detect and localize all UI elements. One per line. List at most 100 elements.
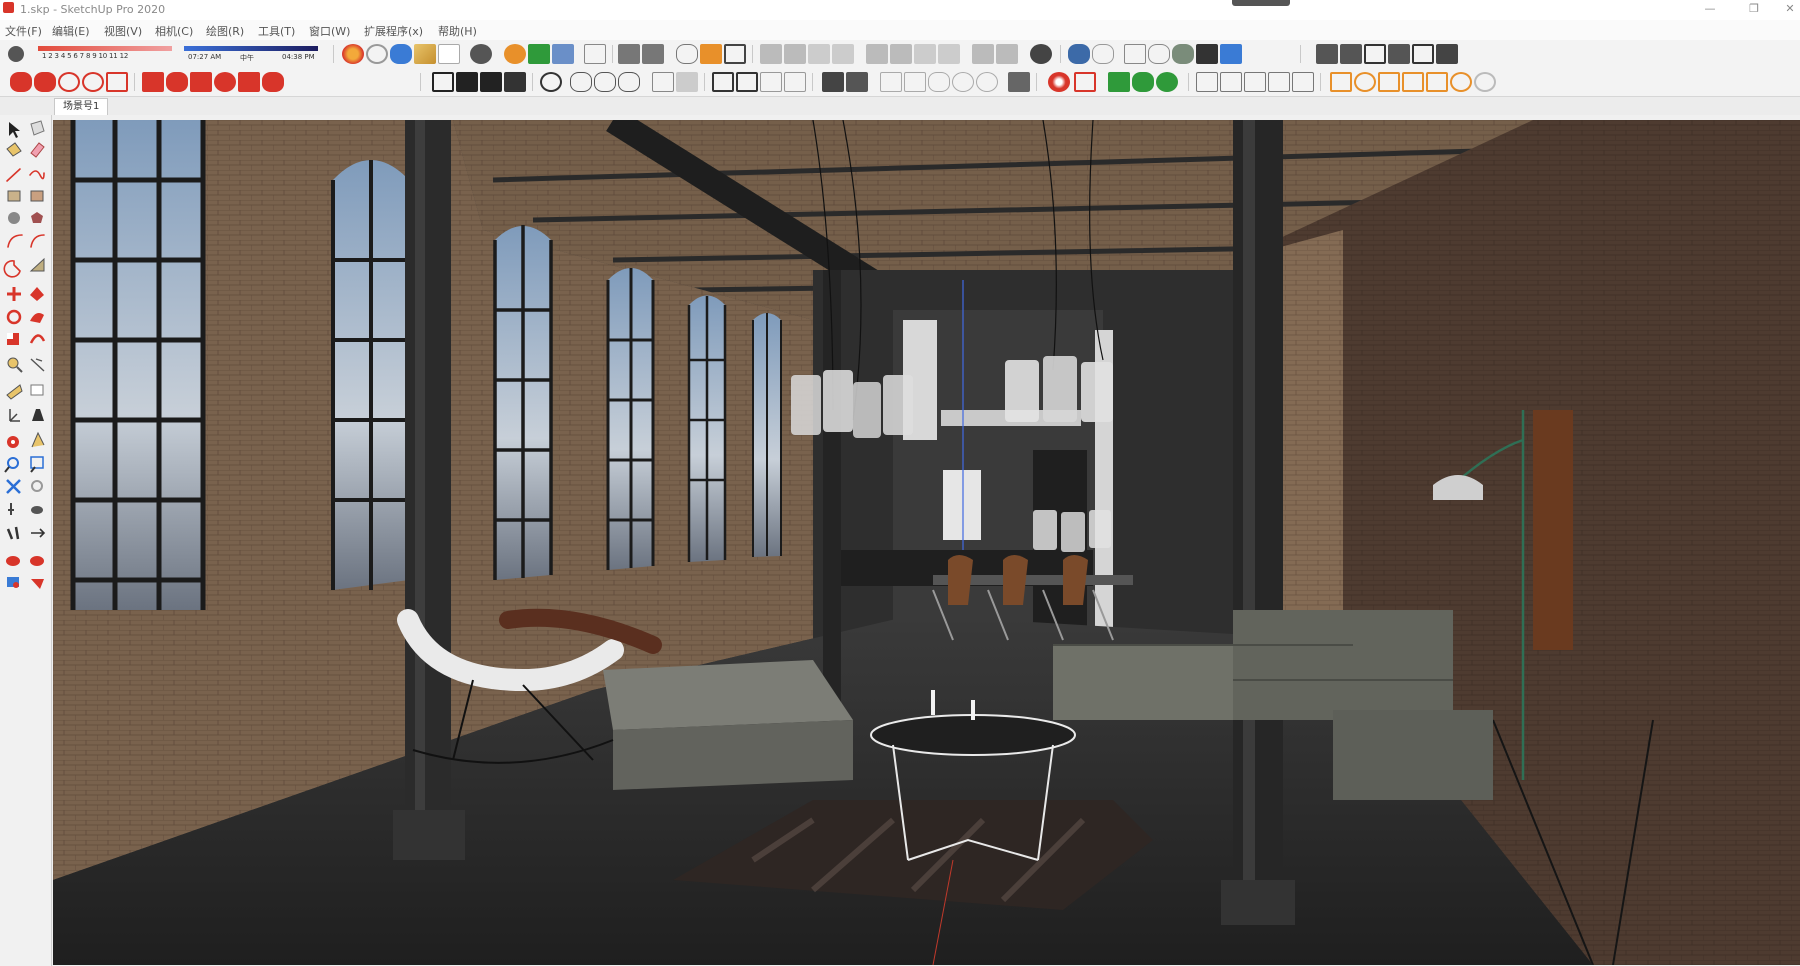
walk-tool-icon[interactable] [6, 526, 20, 540]
outliner-icon[interactable] [642, 44, 664, 64]
menu-window[interactable]: 窗口(W) [309, 23, 350, 39]
extension-warehouse-icon[interactable] [342, 44, 364, 64]
face-4-icon[interactable] [952, 72, 974, 92]
cloud-2-icon[interactable] [594, 72, 616, 92]
restore-icon[interactable]: ❐ [1744, 1, 1764, 17]
solid-tools-icon[interactable] [1068, 44, 1090, 64]
table-red-icon[interactable] [1074, 72, 1096, 92]
gear-red-icon[interactable] [1048, 72, 1070, 92]
green-1-icon[interactable] [1108, 72, 1130, 92]
tape-measure-icon[interactable] [7, 357, 23, 373]
entity-info-icon[interactable] [676, 44, 698, 64]
line-tool-icon[interactable] [6, 168, 21, 182]
checkbox-icon[interactable] [456, 72, 478, 92]
orange-2-icon[interactable] [1354, 72, 1376, 92]
paint-bucket-icon[interactable] [6, 142, 22, 157]
face-2-icon[interactable] [904, 72, 926, 92]
house-icon[interactable] [1412, 44, 1434, 64]
component-icon[interactable] [504, 72, 526, 92]
print-icon[interactable] [1436, 44, 1458, 64]
make-component-icon[interactable] [30, 120, 45, 136]
move-icon[interactable] [822, 72, 844, 92]
solid-trim-icon[interactable] [1148, 44, 1170, 64]
cloud-1-icon[interactable] [570, 72, 592, 92]
menu-draw[interactable]: 绘图(R) [206, 23, 244, 39]
minimize-icon[interactable]: — [1700, 1, 1720, 17]
look-around-icon[interactable] [31, 506, 43, 514]
view-top-icon[interactable] [760, 44, 782, 64]
tool-gray-5-icon[interactable] [1292, 72, 1314, 92]
geo-location-icon[interactable] [1030, 44, 1052, 64]
light-icon[interactable] [106, 72, 128, 92]
plugin-red-7-icon[interactable] [190, 72, 212, 92]
cloud-3-icon[interactable] [618, 72, 640, 92]
material-icon[interactable] [528, 44, 550, 64]
orbit-icon[interactable] [366, 44, 388, 64]
building-icon[interactable] [1388, 44, 1410, 64]
view-right-icon[interactable] [808, 44, 830, 64]
two-point-arc-icon[interactable] [30, 234, 45, 248]
sound-icon[interactable] [584, 44, 606, 64]
door-tool-icon[interactable] [736, 72, 758, 92]
plugin-red-10-icon[interactable] [262, 72, 284, 92]
lock-icon[interactable] [784, 72, 806, 92]
settings-icon[interactable] [552, 44, 574, 64]
view-back-icon[interactable] [832, 44, 854, 64]
face-3-icon[interactable] [928, 72, 950, 92]
sandbox-red-1-icon[interactable] [6, 556, 20, 566]
camera-icon[interactable] [470, 44, 492, 64]
texture-icon[interactable] [700, 44, 722, 64]
position-camera-icon[interactable] [8, 503, 14, 515]
circle-tool-icon[interactable] [540, 72, 562, 92]
pan-tool-icon[interactable] [31, 431, 45, 448]
link-icon[interactable] [1008, 72, 1030, 92]
scene-tab-1[interactable]: 场景号1 [54, 98, 109, 115]
folder-icon[interactable] [414, 44, 436, 64]
3d-warehouse-icon[interactable] [390, 44, 412, 64]
eraser-tool-icon[interactable] [30, 142, 45, 158]
plugin-red-4-icon[interactable] [82, 72, 104, 92]
rotated-rectangle-icon[interactable] [30, 190, 44, 202]
zoom-extents-icon[interactable] [6, 479, 21, 494]
green-2-icon[interactable] [1132, 72, 1154, 92]
orange-1-icon[interactable] [1330, 72, 1352, 92]
frame-icon[interactable] [724, 44, 746, 64]
orange-7-icon[interactable] [1474, 72, 1496, 92]
move-tool-icon[interactable] [7, 287, 21, 301]
close-icon[interactable]: ✕ [1780, 1, 1800, 17]
orbit-tool-icon[interactable] [7, 436, 19, 448]
text-tool-icon[interactable] [30, 384, 44, 396]
plugin-red-6-icon[interactable] [166, 72, 188, 92]
axes-tool-icon[interactable] [9, 409, 20, 422]
orange-4-icon[interactable] [1402, 72, 1424, 92]
orange-5-icon[interactable] [1426, 72, 1448, 92]
previous-view-icon[interactable] [31, 480, 43, 492]
flip-tool-icon[interactable] [29, 334, 46, 344]
orange-6-icon[interactable] [1450, 72, 1472, 92]
sandbox-icon[interactable] [1316, 44, 1338, 64]
menu-camera[interactable]: 相机(C) [155, 23, 193, 39]
push-pull-icon[interactable] [30, 287, 44, 301]
plugin-red-3-icon[interactable] [58, 72, 80, 92]
arc-tool-icon[interactable] [7, 234, 23, 248]
view-left-icon[interactable] [866, 44, 888, 64]
section-icon[interactable] [438, 44, 460, 64]
offset-tool-icon[interactable] [29, 257, 45, 272]
home-icon[interactable] [1364, 44, 1386, 64]
align-icon[interactable] [652, 72, 674, 92]
wall-tool-icon[interactable] [760, 72, 782, 92]
rectangle-tool-icon[interactable] [7, 190, 21, 202]
zoom-window-icon[interactable] [30, 456, 44, 473]
sketchup-app-icon[interactable] [3, 2, 14, 13]
pie-tool-icon[interactable] [3, 260, 21, 278]
tool-gray-3-icon[interactable] [1244, 72, 1266, 92]
select-icon[interactable] [9, 122, 20, 138]
layers-icon[interactable] [618, 44, 640, 64]
menu-tools[interactable]: 工具(T) [258, 23, 295, 39]
plugin-red-9-icon[interactable] [238, 72, 260, 92]
menu-edit[interactable]: 编辑(E) [52, 23, 90, 39]
section-plane-icon[interactable] [31, 528, 46, 538]
menu-file[interactable]: 文件(F) [5, 23, 42, 39]
model-viewport[interactable] [53, 120, 1800, 965]
menu-extensions[interactable]: 扩展程序(x) [364, 23, 423, 39]
